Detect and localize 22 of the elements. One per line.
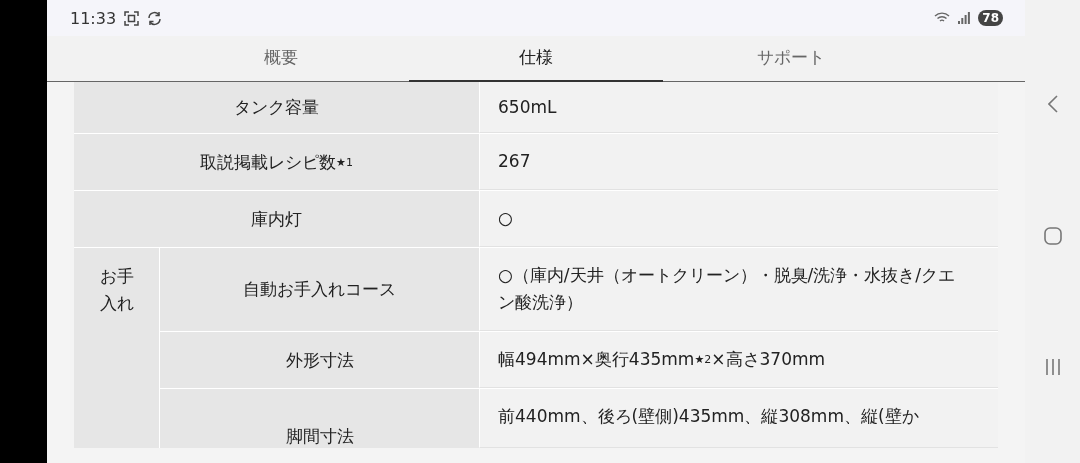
spec-label: タンク容量 [74, 82, 479, 133]
sync-icon [147, 10, 163, 26]
spec-value: ○ [479, 191, 998, 247]
spec-label: 外形寸法 [160, 332, 479, 388]
spec-label: 脚間寸法 [160, 389, 479, 448]
signal-icon [958, 12, 971, 24]
spec-value: ○（庫内/天井（オートクリーン）・脱臭/洗浄・水抜き/クエン酸洗浄） [479, 248, 998, 331]
group-label: お手入れ [74, 248, 160, 331]
battery-level: 78 [978, 10, 1003, 26]
spec-label: 庫内灯 [74, 191, 479, 247]
status-time: 11:33 [70, 8, 117, 28]
screenshot-icon [124, 10, 140, 26]
home-icon[interactable] [1043, 227, 1062, 245]
back-icon[interactable] [1047, 95, 1058, 113]
spec-value: 前440mm、後ろ(壁側)435mm、縦308mm、縦(壁か [479, 389, 998, 448]
tab[interactable]: サポート [663, 36, 918, 83]
spec-value: 267 [479, 134, 998, 190]
wifi-icon [934, 12, 951, 24]
recents-icon[interactable] [1043, 358, 1062, 376]
tab[interactable]: 概要 [154, 36, 409, 83]
spec-value: 650mL [479, 82, 998, 133]
spec-label: 自動お手入れコース [160, 248, 479, 331]
